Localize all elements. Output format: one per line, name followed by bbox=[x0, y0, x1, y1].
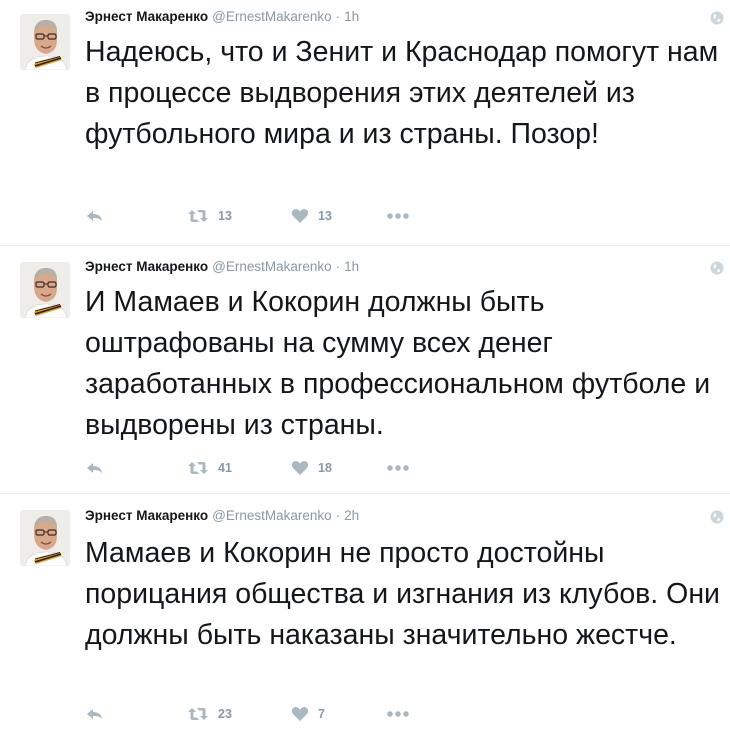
tweet-time[interactable]: 1h bbox=[344, 259, 359, 274]
tweet[interactable]: Эрнест Макаренко @ErnestMakarenko · 2h Мама… bbox=[0, 494, 730, 740]
retweet-icon bbox=[187, 208, 209, 224]
more-icon bbox=[386, 212, 410, 220]
avatar[interactable] bbox=[20, 262, 70, 318]
reply-button[interactable] bbox=[85, 458, 105, 478]
reply-button[interactable] bbox=[85, 704, 105, 724]
more-icon bbox=[386, 464, 410, 472]
tweet-time[interactable]: 1h bbox=[344, 9, 359, 24]
retweet-count: 13 bbox=[218, 209, 232, 223]
author-username[interactable]: @ErnestMakarenko bbox=[212, 259, 332, 274]
like-count: 7 bbox=[318, 707, 325, 721]
author-fullname[interactable]: Эрнест Макаренко bbox=[85, 508, 208, 523]
timeline: Эрнест Макаренко @ErnestMakarenko · 1h Наде… bbox=[0, 0, 730, 740]
avatar[interactable] bbox=[20, 510, 70, 566]
retweet-count: 23 bbox=[218, 707, 232, 721]
author-username[interactable]: @ErnestMakarenko bbox=[212, 9, 332, 24]
tweet-text: Мамаев и Кокорин не просто достойны пори… bbox=[85, 537, 720, 651]
globe-icon bbox=[710, 261, 724, 275]
tweet-header: Эрнест Макаренко @ErnestMakarenko · 1h bbox=[85, 257, 359, 277]
reply-button[interactable] bbox=[85, 206, 105, 226]
more-icon bbox=[386, 710, 410, 718]
like-count: 18 bbox=[318, 461, 332, 475]
reply-icon bbox=[85, 706, 105, 722]
retweet-button[interactable]: 13 bbox=[187, 206, 232, 226]
retweet-icon bbox=[187, 460, 209, 476]
author-fullname[interactable]: Эрнест Макаренко bbox=[85, 259, 208, 274]
author-fullname[interactable]: Эрнест Макаренко bbox=[85, 9, 208, 24]
retweet-count: 41 bbox=[218, 461, 232, 475]
author-username[interactable]: @ErnestMakarenko bbox=[212, 508, 332, 523]
more-button[interactable] bbox=[386, 458, 410, 478]
reply-icon bbox=[85, 460, 105, 476]
globe-icon bbox=[710, 510, 724, 524]
reply-icon bbox=[85, 208, 105, 224]
retweet-button[interactable]: 23 bbox=[187, 704, 232, 724]
tweet[interactable]: Эрнест Макаренко @ErnestMakarenko · 1h И Ма… bbox=[0, 246, 730, 494]
tweet[interactable]: Эрнест Макаренко @ErnestMakarenko · 1h Наде… bbox=[0, 0, 730, 246]
more-button[interactable] bbox=[386, 704, 410, 724]
tweet-text: Надеюсь, что и Зенит и Краснодар помогут… bbox=[85, 36, 719, 150]
like-count: 13 bbox=[318, 209, 332, 223]
tweet-actions: 41 18 bbox=[85, 458, 485, 478]
retweet-button[interactable]: 41 bbox=[187, 458, 232, 478]
more-button[interactable] bbox=[386, 206, 410, 226]
heart-icon bbox=[291, 706, 309, 722]
tweet-actions: 23 7 bbox=[85, 704, 485, 724]
tweet-time[interactable]: 2h bbox=[344, 508, 359, 523]
tweet-header: Эрнест Макаренко @ErnestMakarenko · 2h bbox=[85, 506, 359, 526]
retweet-icon bbox=[187, 706, 209, 722]
separator: · bbox=[335, 508, 341, 523]
tweet-header: Эрнест Макаренко @ErnestMakarenko · 1h bbox=[85, 7, 359, 27]
like-button[interactable]: 7 bbox=[291, 704, 325, 724]
separator: · bbox=[335, 259, 341, 274]
globe-icon bbox=[710, 11, 724, 25]
avatar[interactable] bbox=[20, 14, 70, 70]
tweet-actions: 13 13 bbox=[85, 206, 485, 226]
like-button[interactable]: 18 bbox=[291, 458, 332, 478]
separator: · bbox=[335, 9, 341, 24]
heart-icon bbox=[291, 460, 309, 476]
tweet-text: И Мамаев и Кокорин должны быть оштрафова… bbox=[85, 286, 711, 441]
like-button[interactable]: 13 bbox=[291, 206, 332, 226]
heart-icon bbox=[291, 208, 309, 224]
